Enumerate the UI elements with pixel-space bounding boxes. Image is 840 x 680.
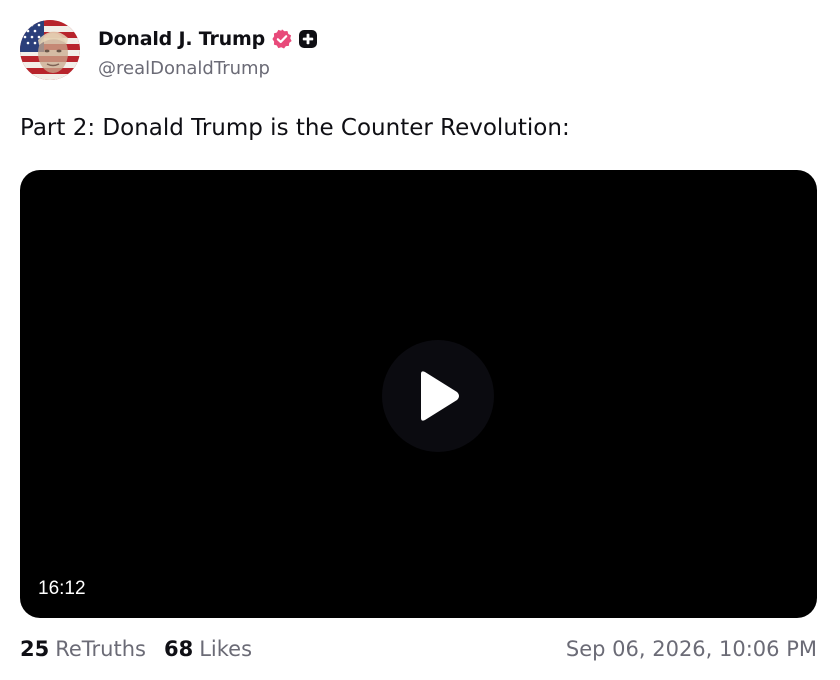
truth-post: Donald J. Trump @realDonaldTrump Part 2:… [0, 0, 840, 680]
post-footer: 25 ReTruths 68 Likes Sep 06, 2026, 10:06… [20, 634, 817, 664]
verified-badge-icon [271, 28, 293, 50]
likes-stat[interactable]: 68 Likes [164, 637, 252, 661]
display-name[interactable]: Donald J. Trump [98, 28, 265, 50]
video-duration: 16:12 [38, 578, 86, 599]
likes-count: 68 [163, 637, 194, 661]
play-button[interactable] [382, 340, 494, 452]
retruths-count: 25 [20, 637, 50, 661]
post-text: Part 2: Donald Trump is the Counter Revo… [20, 115, 570, 141]
avatar[interactable] [20, 20, 80, 80]
author-handle[interactable]: @realDonaldTrump [98, 58, 318, 79]
play-icon [421, 371, 459, 421]
video-player[interactable]: 16:12 [20, 170, 817, 618]
likes-label: Likes [199, 637, 253, 661]
post-header: Donald J. Trump @realDonaldTrump [20, 20, 318, 82]
retruths-stat[interactable]: 25 ReTruths [20, 637, 146, 661]
post-stats: 25 ReTruths 68 Likes [20, 637, 252, 661]
post-timestamp[interactable]: Sep 06, 2026, 10:06 PM [566, 637, 817, 661]
author-identity: Donald J. Trump @realDonaldTrump [98, 20, 318, 79]
retruths-label: ReTruths [55, 637, 146, 661]
flag-portrait-avatar-icon [20, 20, 80, 80]
name-row: Donald J. Trump [98, 26, 318, 52]
plus-badge-icon [298, 29, 318, 49]
